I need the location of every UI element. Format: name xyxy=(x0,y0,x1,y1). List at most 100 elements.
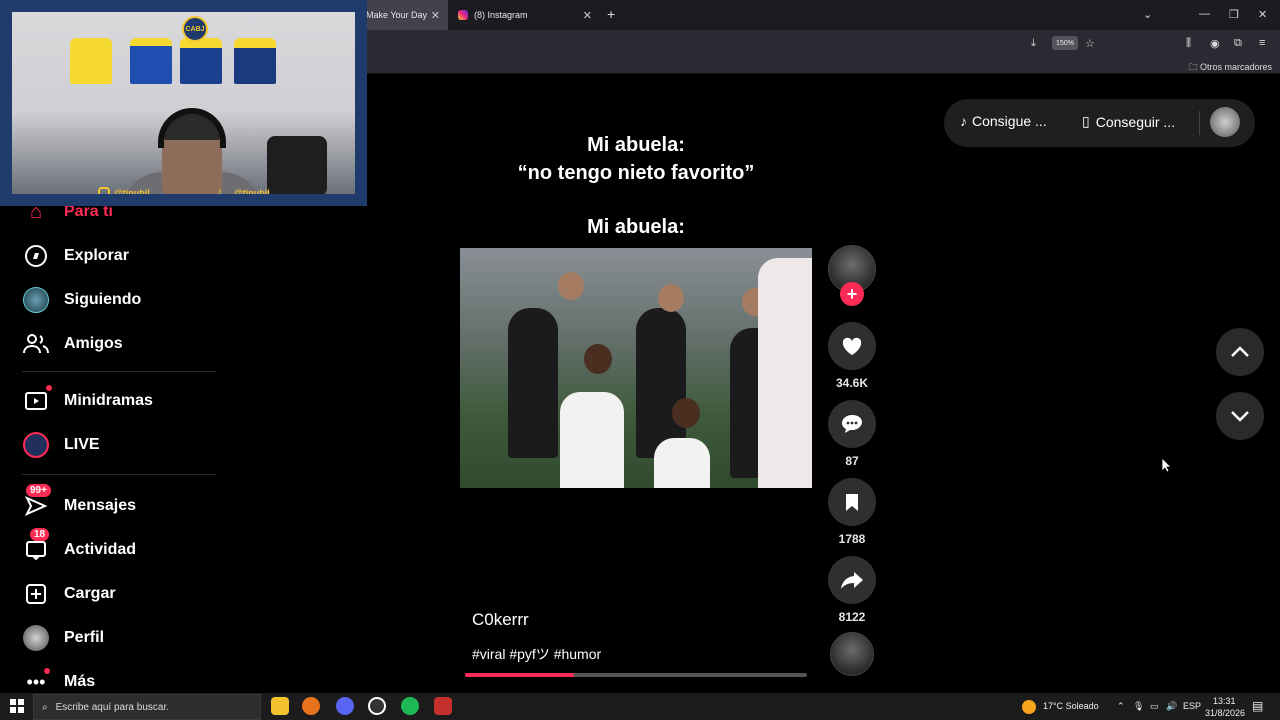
referee-figure xyxy=(508,308,558,458)
app-icon[interactable] xyxy=(434,697,452,715)
close-icon[interactable]: ✕ xyxy=(583,9,592,22)
video-progress-fill xyxy=(465,673,575,677)
video-player[interactable] xyxy=(460,248,812,488)
sidebar-item-actividad[interactable]: 18 Actividad xyxy=(22,528,137,565)
comment-icon xyxy=(842,415,862,433)
account-icon[interactable]: ◉ xyxy=(1210,37,1220,50)
spotify-icon[interactable] xyxy=(401,697,419,715)
sidebar-item-label: Actividad xyxy=(64,541,137,558)
jersey-blue xyxy=(130,38,172,84)
child-figure xyxy=(654,438,710,488)
get-coins-label: Consigue ... xyxy=(972,113,1047,129)
restore-button[interactable]: ❐ xyxy=(1229,8,1239,21)
sidebar-item-siguiendo[interactable]: Siguiendo xyxy=(22,285,141,315)
sidebar-item-label: Amigos xyxy=(64,335,123,352)
tab-make-your-day[interactable]: Make Your Day ✕ xyxy=(360,0,448,30)
file-explorer-icon[interactable] xyxy=(271,697,289,715)
get-coins-button[interactable]: ♪ Consigue ... xyxy=(960,113,1047,129)
extensions-icon[interactable]: ⧉ xyxy=(1234,37,1242,50)
notification-dot xyxy=(46,385,52,391)
profile-avatar-icon xyxy=(22,624,50,652)
tab-list-chevron-icon[interactable]: ⌄ xyxy=(1143,8,1152,21)
divider xyxy=(1199,111,1200,135)
save-count: 1788 xyxy=(838,532,866,546)
messages-icon: 99+ xyxy=(22,484,51,520)
child-head xyxy=(672,398,700,428)
clock-time[interactable]: 13:31 xyxy=(1213,696,1236,706)
friends-icon xyxy=(22,330,50,358)
save-button[interactable] xyxy=(828,478,876,526)
follow-plus-button[interactable]: + xyxy=(840,282,864,306)
next-video-button[interactable] xyxy=(1216,392,1264,440)
other-bookmarks[interactable]: 🗀 Otros marcadores xyxy=(1188,60,1272,76)
like-button[interactable] xyxy=(828,322,876,370)
sidebar-item-perfil[interactable]: Perfil xyxy=(22,623,104,653)
library-icon[interactable]: ⫼ xyxy=(1186,37,1191,50)
chevron-up-icon xyxy=(1231,346,1249,357)
close-window-button[interactable]: ✕ xyxy=(1258,8,1267,21)
network-icon[interactable]: ▭ xyxy=(1150,701,1159,712)
compass-icon xyxy=(22,242,50,270)
previous-video-button[interactable] xyxy=(1216,328,1264,376)
chevron-up-icon[interactable]: ⌃ xyxy=(1117,701,1125,712)
comment-button[interactable] xyxy=(828,400,876,448)
sidebar-item-mensajes[interactable]: 99+ Mensajes xyxy=(22,484,137,521)
jersey-yellow xyxy=(70,38,112,84)
sidebar-item-label: LIVE xyxy=(64,436,100,453)
firefox-icon[interactable] xyxy=(302,697,320,715)
sidebar-item-minidramas[interactable]: Minidramas xyxy=(22,385,153,416)
notifications-icon[interactable]: ▤ xyxy=(1252,699,1263,713)
taskbar-search-input[interactable]: ⌕ Escribe aquí para buscar. xyxy=(33,694,261,720)
sidebar-item-label: Explorar xyxy=(64,247,129,264)
share-count: 8122 xyxy=(838,610,866,624)
minimize-button[interactable]: — xyxy=(1199,8,1210,20)
heart-icon xyxy=(842,337,862,356)
child-head xyxy=(584,344,612,374)
notification-dot xyxy=(44,668,50,674)
like-count: 34.6K xyxy=(835,376,869,390)
new-tab-button[interactable]: + xyxy=(607,6,615,22)
weather-text[interactable]: 17°C Soleado xyxy=(1043,701,1099,711)
sidebar-item-explorar[interactable]: Explorar xyxy=(22,241,129,271)
user-avatar[interactable] xyxy=(1210,107,1240,137)
video-author[interactable]: C0kerrr xyxy=(472,610,529,630)
weather-sun-icon xyxy=(1022,700,1036,714)
tab-label: Make Your Day xyxy=(366,10,428,20)
sidebar-item-label: Perfil xyxy=(64,629,105,646)
mouse-cursor-icon xyxy=(1161,457,1172,478)
bookmark-star-icon[interactable]: ☆ xyxy=(1085,37,1095,50)
sidebar-item-amigos[interactable]: Amigos xyxy=(22,329,123,359)
upload-icon xyxy=(22,580,50,608)
windows-start-icon[interactable] xyxy=(10,699,24,718)
microphone-icon[interactable]: 🎙 xyxy=(1133,701,1144,712)
activity-icon: 18 xyxy=(22,528,50,564)
chair xyxy=(267,136,327,194)
menu-icon[interactable]: ≡ xyxy=(1259,37,1265,49)
sidebar-item-live[interactable]: LIVE xyxy=(22,430,100,460)
top-actions-pill: ♪ Consigue ... ▯ Conseguir ... xyxy=(944,99,1255,147)
close-icon[interactable]: ✕ xyxy=(431,9,440,22)
obs-icon[interactable] xyxy=(368,697,386,715)
video-progress-bar[interactable] xyxy=(465,673,807,677)
sidebar-item-label: Siguiendo xyxy=(64,291,142,308)
download-icon[interactable]: ⤓ xyxy=(1031,37,1036,50)
discord-icon[interactable] xyxy=(336,697,354,715)
instagram-icon xyxy=(98,187,110,194)
volume-icon[interactable]: 🔊 xyxy=(1166,701,1177,712)
sidebar-item-cargar[interactable]: Cargar xyxy=(22,579,116,609)
sound-avatar[interactable] xyxy=(830,632,874,676)
child-figure xyxy=(560,392,624,488)
jersey-blue xyxy=(180,38,222,84)
get-app-button[interactable]: ▯ Conseguir ... xyxy=(1082,113,1175,130)
search-placeholder: Escribe aquí para buscar. xyxy=(55,701,170,713)
video-hashtags[interactable]: #viral #pyfツ #humor xyxy=(472,644,601,664)
share-button[interactable] xyxy=(828,556,876,604)
clock-date[interactable]: 31/8/2026 xyxy=(1205,708,1245,718)
referee-figure xyxy=(636,308,686,458)
sidebar-item-label: Mensajes xyxy=(64,497,137,514)
zoom-level[interactable]: 150% xyxy=(1052,36,1078,50)
activity-badge: 18 xyxy=(30,528,50,541)
language-indicator[interactable]: ESP xyxy=(1183,701,1201,711)
referee-head xyxy=(558,272,584,300)
tab-instagram[interactable]: (8) Instagram ✕ xyxy=(450,0,600,30)
